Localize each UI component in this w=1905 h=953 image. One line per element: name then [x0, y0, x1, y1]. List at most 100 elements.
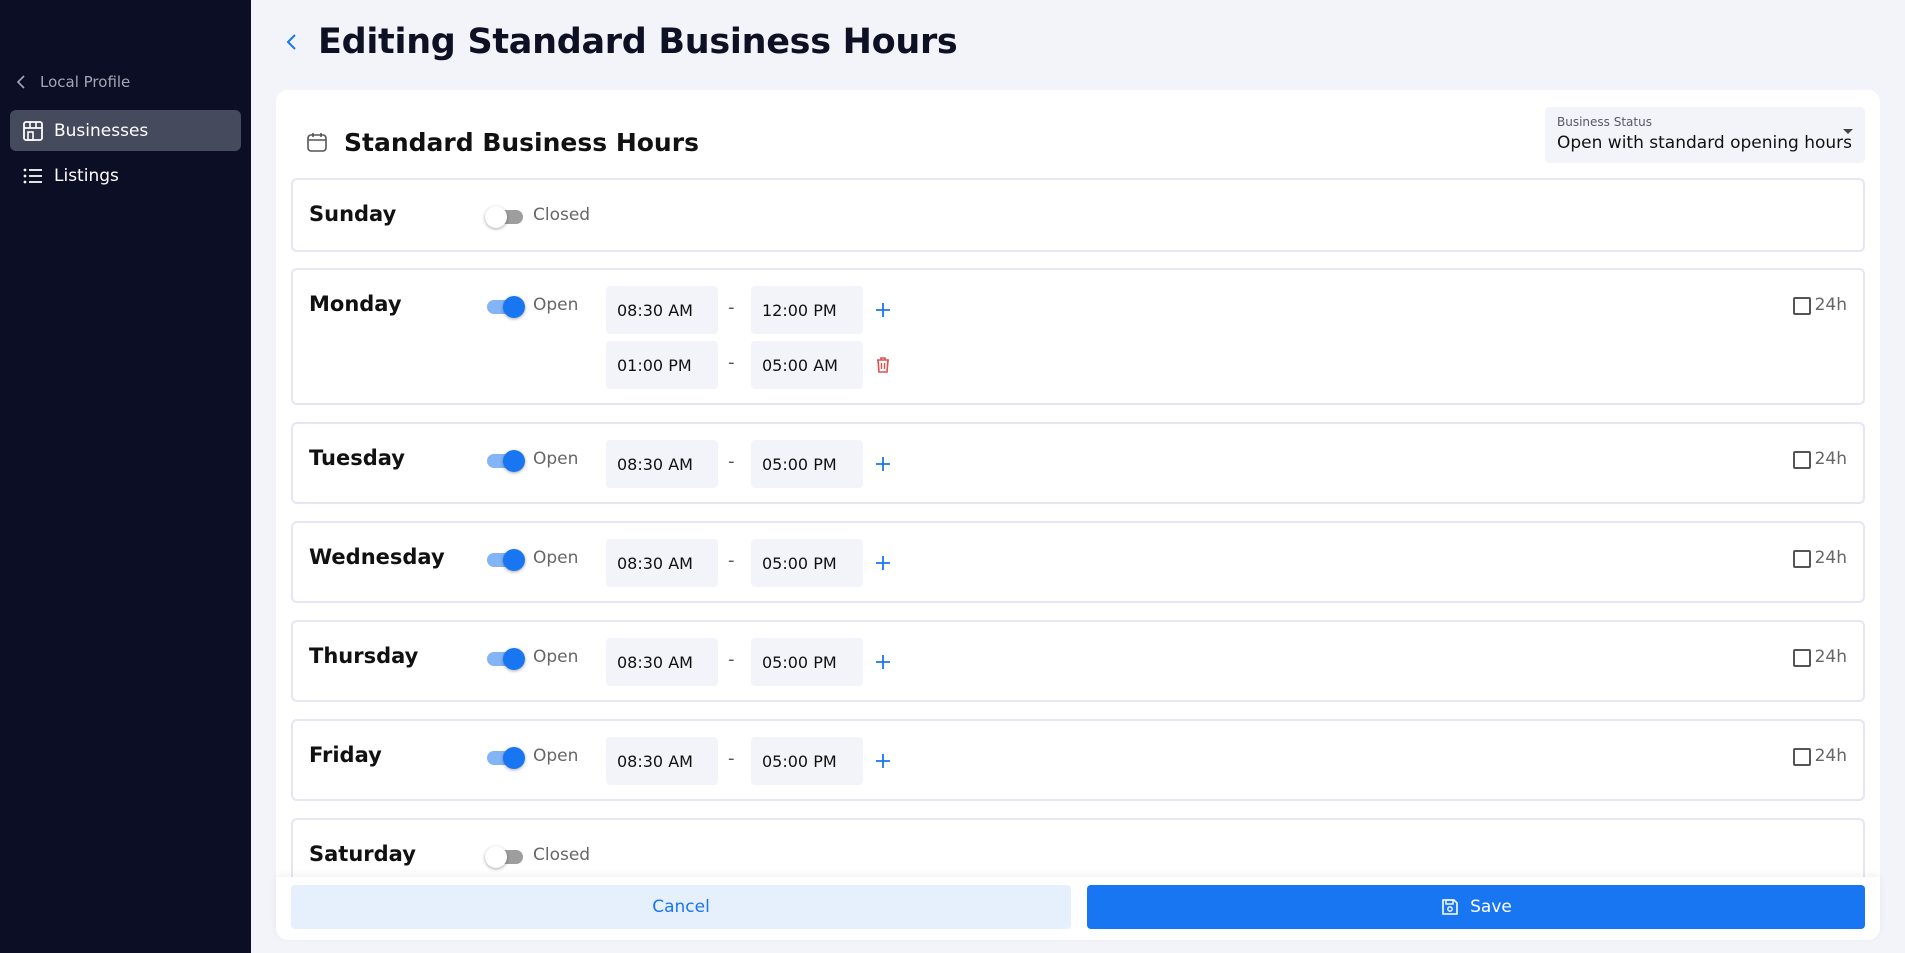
range-separator: - [728, 297, 735, 318]
day-name: Monday [309, 292, 402, 316]
sidebar-item-businesses[interactable]: Businesses [10, 110, 241, 151]
open-toggle[interactable] [485, 295, 525, 318]
toggle-thumb [485, 846, 507, 868]
day-name: Friday [309, 743, 382, 767]
add-range-button[interactable] [873, 454, 893, 474]
save-icon [1442, 899, 1458, 915]
toggle-label: Open [533, 746, 579, 766]
calendar-icon [307, 133, 327, 152]
24h-checkbox[interactable] [1793, 451, 1811, 469]
end-time-input[interactable]: 05:00 PM [751, 440, 863, 488]
chevron-left-icon [16, 75, 25, 89]
range-separator: - [728, 352, 735, 373]
business-status-select[interactable]: Business Status Open with standard openi… [1545, 107, 1865, 163]
back-to-local-profile-link[interactable]: Local Profile [14, 70, 130, 94]
start-time-input[interactable]: 01:00 PM [606, 341, 718, 389]
action-bar: Cancel Save [276, 877, 1880, 940]
open-toggle[interactable] [485, 647, 525, 670]
sidebar-item-label: Listings [54, 165, 119, 186]
end-time-input[interactable]: 05:00 PM [751, 539, 863, 587]
day-name: Tuesday [309, 446, 405, 470]
end-time-input[interactable]: 12:00 PM [751, 286, 863, 334]
start-time-input[interactable]: 08:30 AM [606, 286, 718, 334]
caret-down-icon [1843, 129, 1853, 134]
toggle-label: Open [533, 548, 579, 568]
add-range-button[interactable] [873, 553, 893, 573]
24h-label: 24h [1814, 548, 1847, 568]
toggle-thumb [503, 296, 525, 318]
toggle-label: Open [533, 647, 579, 667]
day-name: Thursday [309, 644, 419, 668]
trash-icon [877, 357, 889, 373]
add-range-button[interactable] [873, 751, 893, 771]
plus-icon [876, 303, 890, 317]
range-separator: - [728, 451, 735, 472]
save-button-label: Save [1470, 897, 1512, 917]
business-hours-card: Standard Business Hours Business Status … [276, 90, 1880, 940]
start-time-input[interactable]: 08:30 AM [606, 440, 718, 488]
end-time-input[interactable]: 05:00 PM [751, 638, 863, 686]
day-name: Wednesday [309, 545, 445, 569]
24h-label: 24h [1814, 449, 1847, 469]
open-toggle[interactable] [485, 205, 525, 228]
add-range-button[interactable] [873, 300, 893, 320]
delete-range-button[interactable] [873, 355, 893, 375]
24h-checkbox[interactable] [1793, 550, 1811, 568]
open-toggle[interactable] [485, 746, 525, 769]
business-status-value: Open with standard opening hours [1557, 133, 1853, 153]
day-row-tuesday: Tuesday Open 08:30 AM - 05:00 PM 24h [291, 422, 1865, 504]
start-time-input[interactable]: 08:30 AM [606, 638, 718, 686]
page-header: Editing Standard Business Hours [282, 20, 958, 64]
end-time-input[interactable]: 05:00 AM [751, 341, 863, 389]
24h-label: 24h [1814, 647, 1847, 667]
24h-checkbox[interactable] [1793, 297, 1811, 315]
sidebar-item-label: Businesses [54, 120, 149, 141]
24h-label: 24h [1814, 746, 1847, 766]
card-title: Standard Business Hours [344, 127, 699, 157]
end-time-input[interactable]: 05:00 PM [751, 737, 863, 785]
24h-label: 24h [1814, 295, 1847, 315]
toggle-thumb [503, 648, 525, 670]
24h-checkbox[interactable] [1793, 748, 1811, 766]
start-time-input[interactable]: 08:30 AM [606, 737, 718, 785]
add-range-button[interactable] [873, 652, 893, 672]
range-separator: - [728, 748, 735, 769]
toggle-thumb [503, 549, 525, 571]
card-header: Standard Business Hours [306, 120, 699, 164]
open-toggle[interactable] [485, 449, 525, 472]
back-link-label: Local Profile [40, 73, 131, 91]
24h-checkbox[interactable] [1793, 649, 1811, 667]
range-separator: - [728, 550, 735, 571]
toggle-thumb [485, 206, 507, 228]
sidebar-item-listings[interactable]: Listings [10, 155, 241, 196]
plus-icon [876, 754, 890, 768]
save-button[interactable]: Save [1087, 885, 1865, 929]
list-icon [23, 168, 42, 183]
toggle-label: Closed [533, 205, 591, 225]
day-row-wednesday: Wednesday Open 08:30 AM - 05:00 PM 24h [291, 521, 1865, 603]
storefront-icon [23, 120, 43, 141]
toggle-thumb [503, 450, 525, 472]
plus-icon [876, 556, 890, 570]
day-name: Saturday [309, 842, 416, 866]
range-separator: - [728, 649, 735, 670]
toggle-thumb [503, 747, 525, 769]
toggle-label: Open [533, 449, 579, 469]
plus-icon [876, 655, 890, 669]
day-row-sunday: Sunday Closed [291, 178, 1865, 252]
business-status-label: Business Status [1557, 115, 1652, 129]
open-toggle[interactable] [485, 845, 525, 868]
toggle-label: Open [533, 295, 579, 315]
day-row-friday: Friday Open 08:30 AM - 05:00 PM 24h [291, 719, 1865, 801]
day-name: Sunday [309, 202, 397, 226]
cancel-button[interactable]: Cancel [291, 885, 1071, 929]
start-time-input[interactable]: 08:30 AM [606, 539, 718, 587]
plus-icon [876, 457, 890, 471]
page-title: Editing Standard Business Hours [318, 22, 958, 62]
open-toggle[interactable] [485, 548, 525, 571]
chevron-left-icon[interactable] [282, 31, 300, 53]
sidebar: Local Profile Businesses Listings [0, 0, 251, 953]
day-row-thursday: Thursday Open 08:30 AM - 05:00 PM 24h [291, 620, 1865, 702]
day-row-monday: Monday Open 08:30 AM - 12:00 PM 01:00 PM… [291, 268, 1865, 405]
toggle-label: Closed [533, 845, 591, 865]
